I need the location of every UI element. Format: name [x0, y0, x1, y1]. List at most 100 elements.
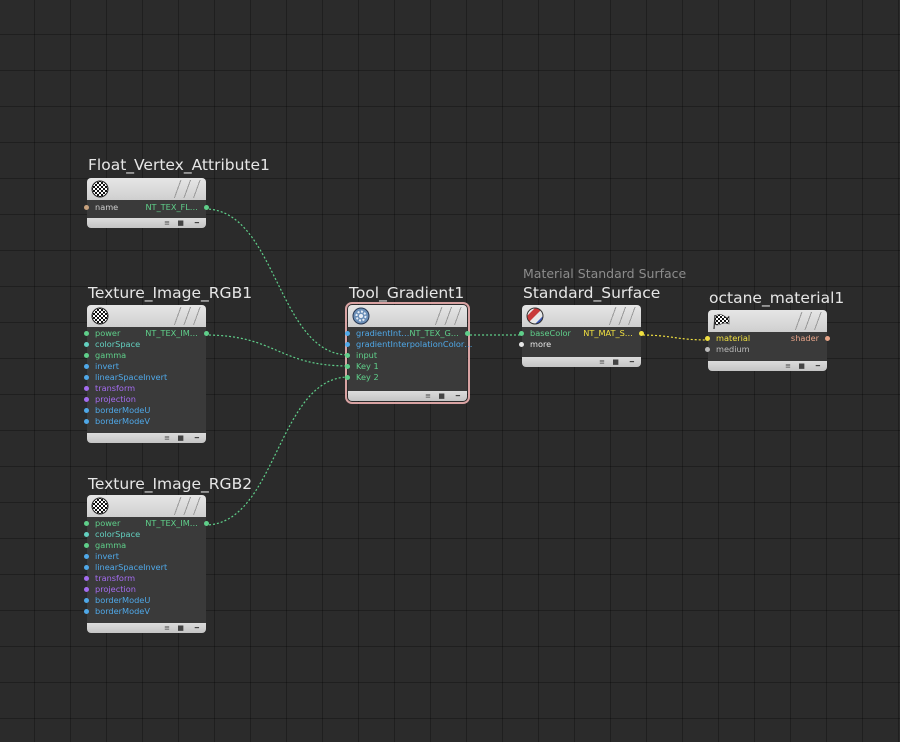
output-port[interactable] — [465, 331, 470, 336]
node-flags[interactable] — [174, 307, 202, 325]
wire-surface-to-material[interactable] — [638, 334, 710, 341]
node-header[interactable] — [708, 310, 827, 332]
footer-menu-icon[interactable]: ≡ — [164, 433, 170, 443]
node-type-subtitle: Material Standard Surface — [523, 266, 687, 281]
node-flags[interactable] — [795, 312, 823, 330]
footer-collapse-icon[interactable]: ━ — [456, 391, 460, 401]
node-texture-image-rgb1[interactable]: power NT_TEX_IM… colorSpace gamma invert line… — [84, 305, 209, 443]
node-header[interactable] — [87, 495, 206, 517]
input-port[interactable] — [519, 342, 524, 347]
checker-sphere-icon — [91, 180, 109, 198]
input-port[interactable] — [84, 598, 89, 603]
input-port[interactable] — [84, 576, 89, 581]
node-flags[interactable] — [174, 497, 202, 515]
input-label: invert — [95, 551, 119, 561]
input-port[interactable] — [84, 543, 89, 548]
footer-menu-icon[interactable]: ≡ — [785, 361, 791, 371]
footer-collapse-icon[interactable]: ━ — [195, 218, 199, 228]
input-port[interactable] — [705, 336, 710, 341]
footer-square-icon[interactable]: ■ — [612, 357, 619, 367]
wire-rgb1-to-key1[interactable] — [204, 334, 350, 367]
node-title-standard-surface[interactable]: Standard_Surface — [523, 284, 660, 302]
input-port[interactable] — [84, 386, 89, 391]
footer-square-icon[interactable]: ■ — [438, 391, 445, 401]
checkered-flag-icon — [713, 314, 730, 330]
node-float-vertex-attribute[interactable]: name NT_TEX_FL… ≡ ■ ━ — [84, 178, 209, 228]
port-row: borderModeU — [84, 405, 206, 416]
input-label: borderModeU — [95, 405, 151, 415]
node-standard-surface[interactable]: baseColor NT_MAT_S… more ≡ ■ ━ — [519, 305, 644, 367]
footer-square-icon[interactable]: ■ — [798, 361, 805, 371]
footer-menu-icon[interactable]: ≡ — [599, 357, 605, 367]
footer-square-icon[interactable]: ■ — [177, 218, 184, 228]
node-flags[interactable] — [174, 180, 202, 198]
input-port[interactable] — [519, 331, 524, 336]
footer-menu-icon[interactable]: ≡ — [164, 623, 170, 633]
footer-square-icon[interactable]: ■ — [177, 623, 184, 633]
input-label: borderModeV — [95, 606, 150, 616]
input-port[interactable] — [84, 532, 89, 537]
node-octane-material[interactable]: material shader medium ≡ ■ ━ — [705, 310, 830, 371]
node-tool-gradient[interactable]: gradientInt… NT_TEX_G… gradientInterpolati… — [345, 302, 472, 404]
port-row: gamma — [84, 540, 206, 551]
input-port[interactable] — [84, 331, 89, 336]
input-port[interactable] — [84, 342, 89, 347]
footer-square-icon[interactable]: ■ — [177, 433, 184, 443]
output-port[interactable] — [204, 521, 209, 526]
input-port[interactable] — [84, 554, 89, 559]
input-port[interactable] — [345, 375, 350, 380]
output-port[interactable] — [204, 205, 209, 210]
wire-rgb2-to-key2[interactable] — [204, 376, 350, 526]
input-label: Key 1 — [356, 361, 379, 371]
input-port[interactable] — [84, 353, 89, 358]
footer-collapse-icon[interactable]: ━ — [195, 433, 199, 443]
input-port[interactable] — [345, 364, 350, 369]
node-title-tool-gradient[interactable]: Tool_Gradient1 — [349, 284, 464, 302]
node-footer: ≡ ■ ━ — [87, 623, 206, 633]
input-port[interactable] — [84, 364, 89, 369]
input-port[interactable] — [84, 375, 89, 380]
input-label: input — [356, 350, 378, 360]
port-row: material shader — [705, 333, 830, 344]
input-port[interactable] — [345, 331, 350, 336]
input-label: Key 2 — [356, 372, 379, 382]
input-port[interactable] — [84, 419, 89, 424]
node-header[interactable] — [348, 305, 467, 327]
node-footer: ≡ ■ ━ — [522, 357, 641, 367]
input-port[interactable] — [705, 347, 710, 352]
node-title-tex-rgb1[interactable]: Texture_Image_RGB1 — [88, 284, 252, 302]
output-label: NT_TEX_IM… — [145, 328, 198, 338]
footer-collapse-icon[interactable]: ━ — [195, 623, 199, 633]
node-header[interactable] — [522, 305, 641, 327]
footer-collapse-icon[interactable]: ━ — [630, 357, 634, 367]
input-port[interactable] — [84, 565, 89, 570]
node-header[interactable] — [87, 178, 206, 200]
input-port[interactable] — [345, 342, 350, 347]
port-row: projection — [84, 394, 206, 405]
node-title-octane-material[interactable]: octane_material1 — [709, 289, 844, 307]
output-port[interactable] — [639, 331, 644, 336]
port-list: gradientInt… NT_TEX_G… gradientInterpolati… — [345, 327, 472, 391]
output-port[interactable] — [204, 331, 209, 336]
node-title-float-vertex[interactable]: Float_Vertex_Attribute1 — [88, 156, 270, 174]
input-port[interactable] — [84, 609, 89, 614]
input-label: material — [716, 333, 751, 343]
input-port[interactable] — [345, 353, 350, 358]
footer-menu-icon[interactable]: ≡ — [425, 391, 431, 401]
node-header[interactable] — [87, 305, 206, 327]
input-port[interactable] — [84, 397, 89, 402]
port-row: invert — [84, 551, 206, 562]
input-port[interactable] — [84, 521, 89, 526]
port-row: transform — [84, 573, 206, 584]
wire-float-to-input[interactable] — [204, 208, 350, 356]
footer-collapse-icon[interactable]: ━ — [816, 361, 820, 371]
footer-menu-icon[interactable]: ≡ — [164, 218, 170, 228]
node-flags[interactable] — [435, 307, 463, 325]
input-port[interactable] — [84, 587, 89, 592]
node-texture-image-rgb2[interactable]: power NT_TEX_IM… colorSpace gamma invert line… — [84, 495, 209, 633]
node-title-tex-rgb2[interactable]: Texture_Image_RGB2 — [88, 475, 252, 493]
input-port[interactable] — [84, 408, 89, 413]
node-flags[interactable] — [609, 307, 637, 325]
input-port[interactable] — [84, 205, 89, 210]
output-port[interactable] — [825, 336, 830, 341]
